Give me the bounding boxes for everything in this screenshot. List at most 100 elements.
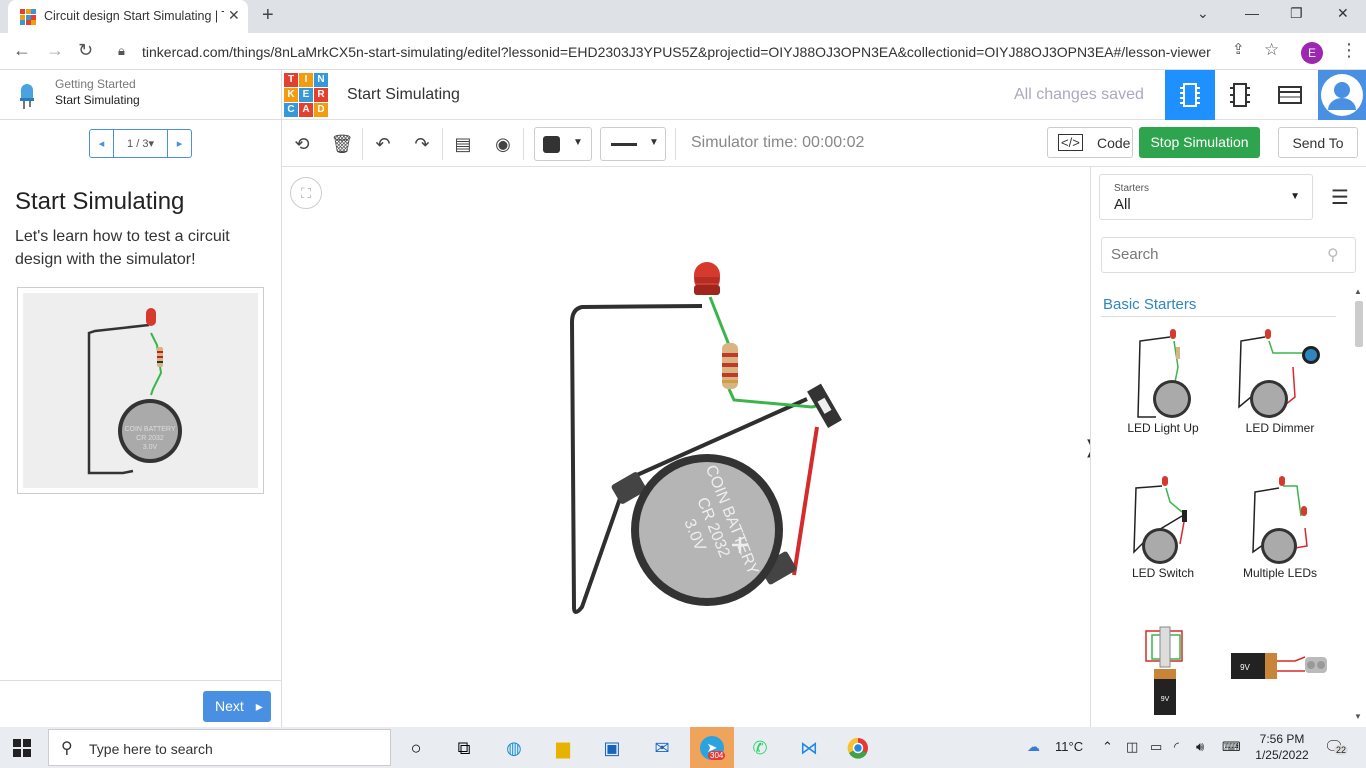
schematic-view-button[interactable] (1215, 70, 1265, 120)
delete-icon[interactable]: 🗑︎ (330, 132, 354, 156)
starter-led-dimmer[interactable]: LED Dimmer (1225, 327, 1335, 447)
notes-icon[interactable]: ▤ (451, 132, 475, 156)
reload-icon[interactable]: ↻ (78, 40, 93, 61)
lesson-description: Let's learn how to test a circuit design… (15, 228, 230, 268)
minimize-icon[interactable]: — (1245, 5, 1259, 21)
starters-dropdown[interactable]: Starters All ▼ (1099, 174, 1313, 220)
forward-icon[interactable]: → (46, 40, 64, 61)
search-icon[interactable]: ⚲ (1327, 245, 1339, 265)
task-view-icon[interactable]: ⧉ (449, 733, 479, 763)
led-lesson-icon (20, 84, 34, 109)
starter-multiple-leds[interactable]: Multiple LEDs (1225, 472, 1335, 592)
section-heading: Basic Starters (1103, 296, 1197, 313)
battery-icon[interactable]: ▭ (1150, 739, 1162, 755)
file-explorer-icon[interactable]: ▆ (548, 733, 578, 763)
close-window-icon[interactable]: ✕ (1337, 5, 1349, 22)
starter-led-light-up[interactable]: LED Light Up (1108, 327, 1218, 447)
panel-scrollbar[interactable]: ▲ ▼ (1354, 287, 1364, 722)
nine-volt-label: 9V (1161, 696, 1170, 703)
wire-type-dropdown[interactable]: ▼ (600, 127, 666, 161)
browser-tab[interactable]: Circuit design Start Simulating | T ✕ (8, 0, 248, 33)
code-button[interactable]: </> Code (1047, 127, 1133, 158)
telegram-badge: 304 (708, 751, 726, 760)
component-list-button[interactable] (1265, 70, 1315, 120)
notifications-icon[interactable]: 🗨︎ 22 (1324, 737, 1349, 757)
vscode-icon[interactable]: ⋈ (794, 733, 824, 763)
whatsapp-icon[interactable]: ✆ (745, 733, 775, 763)
design-title[interactable]: Start Simulating (347, 86, 460, 104)
lesson-pager: ◂ 1 / 3 ▾ ▸ (89, 129, 192, 158)
red-led[interactable] (694, 262, 720, 295)
volume-icon[interactable]: 🔊︎ (1196, 739, 1204, 755)
taskbar-search-placeholder: Type here to search (89, 741, 213, 757)
next-button-label: Next (215, 698, 244, 714)
save-status: All changes saved (1014, 86, 1144, 103)
starters-value: All (1114, 196, 1131, 213)
starter-9v-circuit[interactable]: 9V (1108, 617, 1218, 737)
starter-led-switch[interactable]: LED Switch (1108, 472, 1218, 592)
circuit-view-button[interactable] (1165, 70, 1215, 120)
next-step-arrow-button[interactable]: ▸ (167, 130, 191, 157)
taskbar-search[interactable]: ⚲ Type here to search (48, 729, 391, 766)
starter-thumbnail: 9V (1145, 626, 1183, 715)
lesson-battery-text: COIN BATTERY (124, 426, 175, 433)
rotate-icon[interactable]: ⟲ (290, 132, 314, 156)
send-to-button[interactable]: Send To (1278, 127, 1358, 158)
tinkercad-favicon (20, 9, 36, 25)
user-avatar[interactable] (1318, 70, 1366, 120)
lesson-battery-voltage: 3.0V (143, 444, 158, 451)
store-icon[interactable]: ▣ (597, 733, 627, 763)
list-view-icon[interactable]: ☰ (1331, 185, 1349, 210)
visibility-eye-icon[interactable]: ◉ (491, 132, 515, 156)
next-button[interactable]: Next ▸ (203, 691, 271, 722)
step-selector[interactable]: 1 / 3 ▾ (114, 130, 167, 157)
starter-thumbnail: 9V (1231, 653, 1327, 679)
share-icon[interactable]: ⇪ (1232, 40, 1245, 58)
show-hidden-icons-icon[interactable]: ⌃ (1102, 739, 1113, 755)
telegram-icon[interactable]: ➤ 304 (690, 727, 734, 768)
back-icon[interactable]: ← (13, 40, 31, 61)
chevron-down-icon: ▼ (649, 137, 659, 148)
logo-letter: T (284, 73, 298, 87)
green-wire-top[interactable] (708, 296, 731, 346)
url-text: tinkercad.com/things/8nLaMrkCX5n-start-s… (142, 44, 1211, 60)
url-field[interactable]: 🔒︎ tinkercad.com/things/8nLaMrkCX5n-star… (110, 36, 1290, 66)
browser-menu-icon[interactable]: ⋮ (1340, 40, 1358, 61)
profile-avatar[interactable]: E (1301, 42, 1323, 64)
starter-thumbnail (1252, 476, 1308, 564)
address-bar: ← → ↻ 🔒︎ tinkercad.com/things/8nLaMrkCX5… (0, 33, 1366, 70)
redo-icon[interactable]: ↷ (410, 132, 434, 156)
red-wire[interactable] (792, 426, 819, 576)
breadcrumb-parent[interactable]: Getting Started (55, 77, 136, 91)
lesson-panel: Getting Started Start Simulating ◂ 1 / 3… (0, 70, 282, 727)
cortana-icon[interactable]: ○ (401, 733, 431, 763)
circuit-canvas[interactable]: ⛶ COIN BATTERY CR 2032 3.0V (282, 167, 1090, 727)
component-search-input[interactable]: Search (1101, 237, 1356, 273)
chrome-icon[interactable] (843, 733, 873, 763)
close-tab-icon[interactable]: ✕ (228, 7, 240, 24)
wire-color-dropdown[interactable]: ▼ (534, 127, 592, 161)
lesson-breadcrumb: Getting Started Start Simulating (0, 70, 282, 120)
prev-step-button[interactable]: ◂ (90, 130, 114, 157)
color-swatch (543, 136, 560, 153)
edge-icon[interactable]: ◍ (499, 733, 529, 763)
new-tab-button[interactable]: + (262, 4, 274, 27)
restore-icon[interactable]: ❐ (1290, 5, 1303, 22)
windows-start-icon[interactable] (13, 739, 31, 757)
mail-icon[interactable]: ✉ (647, 733, 677, 763)
resistor[interactable] (722, 343, 738, 389)
step-indicator: 1 / 3 (127, 137, 149, 150)
stop-simulation-button[interactable]: Stop Simulation (1139, 127, 1260, 158)
keyboard-icon[interactable]: ⌨ (1222, 739, 1241, 755)
coin-battery[interactable]: COIN BATTERY CR 2032 3.0V (611, 454, 798, 606)
tab-search-icon[interactable]: ⌄ (1197, 5, 1209, 22)
clock[interactable]: 7:56 PM 1/25/2022 (1252, 731, 1312, 763)
wifi-icon[interactable]: ◜ (1174, 739, 1179, 755)
weather-temperature[interactable]: 11°C (1055, 739, 1083, 754)
bookmark-star-icon[interactable]: ☆ (1264, 40, 1279, 60)
starters-label: Starters (1114, 183, 1150, 194)
meet-now-icon[interactable]: ◫ (1126, 739, 1138, 755)
undo-icon[interactable]: ↶ (371, 132, 395, 156)
tinkercad-logo[interactable]: TIN KER CAD (284, 73, 328, 117)
code-button-label: Code (1097, 135, 1131, 151)
